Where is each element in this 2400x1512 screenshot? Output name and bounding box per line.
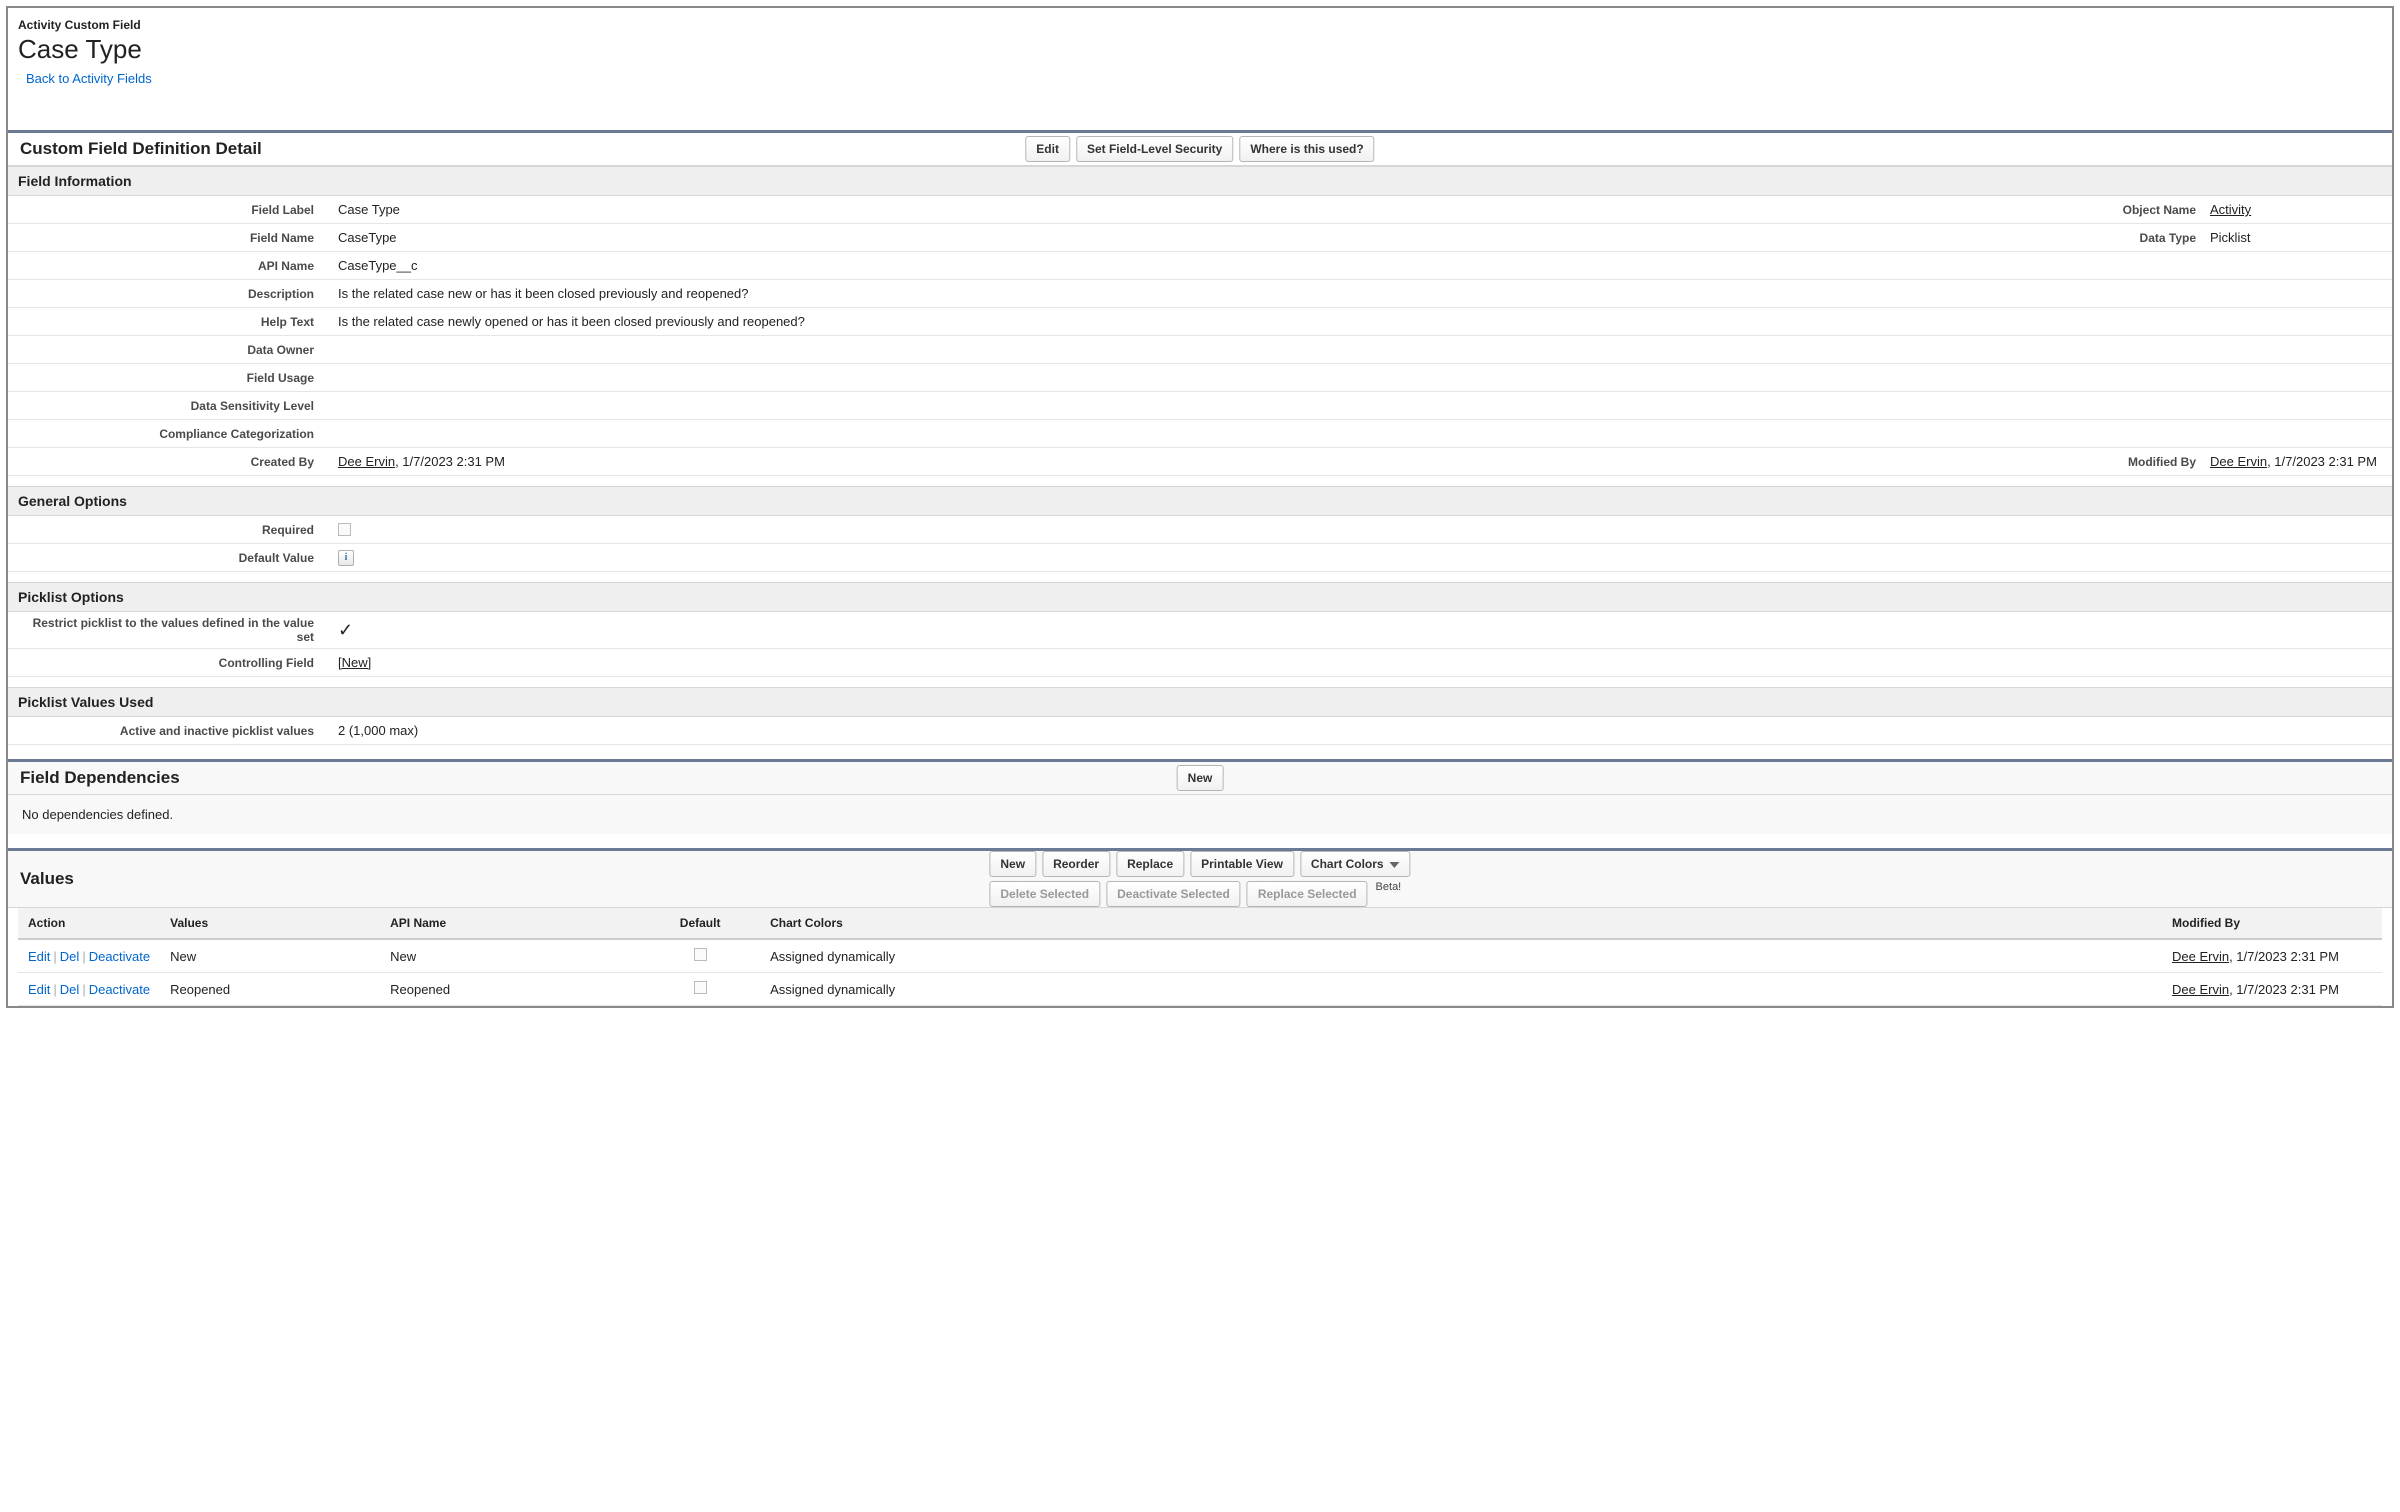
back-link[interactable]: Back to Activity Fields	[26, 71, 2382, 86]
general-options-bar: General Options	[8, 486, 2392, 516]
row-chart-colors: Assigned dynamically	[760, 939, 2162, 973]
label-api-name: API Name	[8, 255, 328, 277]
link-modified-by-user[interactable]: Dee Ervin	[2210, 454, 2267, 469]
row-value: Reopened	[160, 973, 380, 1006]
values-table: Action Values API Name Default Chart Col…	[18, 908, 2382, 1006]
chart-colors-button[interactable]: Chart Colors	[1300, 851, 1411, 877]
reorder-button[interactable]: Reorder	[1042, 851, 1110, 877]
value-data-owner	[328, 346, 2392, 354]
field-info-bar: Field Information	[8, 166, 2392, 196]
label-help-text: Help Text	[8, 311, 328, 333]
edit-button[interactable]: Edit	[1025, 136, 1070, 162]
deactivate-selected-button[interactable]: Deactivate Selected	[1106, 881, 1241, 907]
set-fls-button[interactable]: Set Field-Level Security	[1076, 136, 1233, 162]
value-description: Is the related case new or has it been c…	[328, 282, 2392, 305]
values-title: Values	[20, 869, 74, 889]
row-edit-link[interactable]: Edit	[28, 982, 50, 997]
value-created-by: Dee Ervin, 1/7/2023 2:31 PM	[328, 450, 2080, 473]
label-created-by: Created By	[8, 451, 328, 473]
label-field-name: Field Name	[8, 227, 328, 249]
value-data-sensitivity	[328, 402, 2392, 410]
link-object-name[interactable]: Activity	[2210, 202, 2251, 217]
checkmark-icon: ✓	[338, 621, 353, 639]
col-values: Values	[160, 908, 380, 939]
dependencies-header: Field Dependencies New	[8, 759, 2392, 795]
label-restrict: Restrict picklist to the values defined …	[8, 612, 328, 648]
row-value: New	[160, 939, 380, 973]
label-field-usage: Field Usage	[8, 367, 328, 389]
link-controlling-new[interactable]: [New]	[338, 655, 371, 670]
value-help-text: Is the related case newly opened or has …	[328, 310, 2392, 333]
row-modified-date: , 1/7/2023 2:31 PM	[2229, 949, 2339, 964]
value-field-label: Case Type	[328, 198, 2080, 221]
beta-label: Beta!	[1376, 881, 1402, 893]
dependencies-title: Field Dependencies	[20, 768, 180, 788]
dependencies-body: No dependencies defined.	[8, 795, 2392, 834]
label-object-name: Object Name	[2080, 203, 2210, 217]
where-used-button[interactable]: Where is this used?	[1239, 136, 1374, 162]
new-value-button[interactable]: New	[989, 851, 1036, 877]
row-modified-user[interactable]: Dee Ervin	[2172, 949, 2229, 964]
row-api-name: New	[380, 939, 640, 973]
label-field-label: Field Label	[8, 199, 328, 221]
col-action: Action	[18, 908, 160, 939]
label-active-inactive: Active and inactive picklist values	[8, 720, 328, 742]
created-by-date: , 1/7/2023 2:31 PM	[395, 454, 505, 469]
col-default: Default	[640, 908, 760, 939]
definition-header: Custom Field Definition Detail Edit Set …	[8, 130, 2392, 166]
definition-title: Custom Field Definition Detail	[20, 139, 262, 159]
label-data-type: Data Type	[2080, 231, 2210, 245]
label-default-value: Default Value	[8, 547, 328, 569]
table-row: Edit|Del|Deactivate New New Assigned dyn…	[18, 939, 2382, 973]
row-deactivate-link[interactable]: Deactivate	[89, 949, 150, 964]
info-icon[interactable]: i	[338, 550, 354, 566]
row-api-name: Reopened	[380, 973, 640, 1006]
row-modified-date: , 1/7/2023 2:31 PM	[2229, 982, 2339, 997]
value-data-type: Picklist	[2210, 230, 2380, 245]
replace-button[interactable]: Replace	[1116, 851, 1184, 877]
delete-selected-button[interactable]: Delete Selected	[989, 881, 1100, 907]
label-description: Description	[8, 283, 328, 305]
row-del-link[interactable]: Del	[60, 982, 80, 997]
value-field-usage	[328, 374, 2392, 382]
new-dependency-button[interactable]: New	[1177, 765, 1224, 791]
table-row: Edit|Del|Deactivate Reopened Reopened As…	[18, 973, 2382, 1006]
modified-by-date: , 1/7/2023 2:31 PM	[2267, 454, 2377, 469]
label-data-sensitivity: Data Sensitivity Level	[8, 395, 328, 417]
page-subtitle: Activity Custom Field	[18, 18, 2382, 32]
col-api-name: API Name	[380, 908, 640, 939]
value-api-name: CaseType__c	[328, 254, 2392, 277]
values-header: Values New Reorder Replace Printable Vie…	[8, 848, 2392, 908]
chevron-down-icon	[1390, 862, 1400, 868]
row-deactivate-link[interactable]: Deactivate	[89, 982, 150, 997]
value-count: 2 (1,000 max)	[328, 719, 2392, 742]
label-controlling: Controlling Field	[8, 652, 328, 674]
checkbox-required	[338, 523, 351, 536]
label-modified-by: Modified By	[2080, 455, 2210, 469]
label-required: Required	[8, 519, 328, 541]
printable-view-button[interactable]: Printable View	[1190, 851, 1294, 877]
row-del-link[interactable]: Del	[60, 949, 80, 964]
row-default-checkbox	[694, 981, 707, 994]
row-modified-user[interactable]: Dee Ervin	[2172, 982, 2229, 997]
replace-selected-button[interactable]: Replace Selected	[1247, 881, 1368, 907]
row-chart-colors: Assigned dynamically	[760, 973, 2162, 1006]
values-used-bar: Picklist Values Used	[8, 687, 2392, 717]
picklist-options-bar: Picklist Options	[8, 582, 2392, 612]
col-modified-by: Modified By	[2162, 908, 2382, 939]
col-chart-colors: Chart Colors	[760, 908, 2162, 939]
link-created-by-user[interactable]: Dee Ervin	[338, 454, 395, 469]
value-compliance	[328, 430, 2392, 438]
value-field-name: CaseType	[328, 226, 2080, 249]
page-title: Case Type	[18, 34, 2382, 65]
row-default-checkbox	[694, 948, 707, 961]
label-data-owner: Data Owner	[8, 339, 328, 361]
label-compliance: Compliance Categorization	[8, 423, 328, 445]
row-edit-link[interactable]: Edit	[28, 949, 50, 964]
